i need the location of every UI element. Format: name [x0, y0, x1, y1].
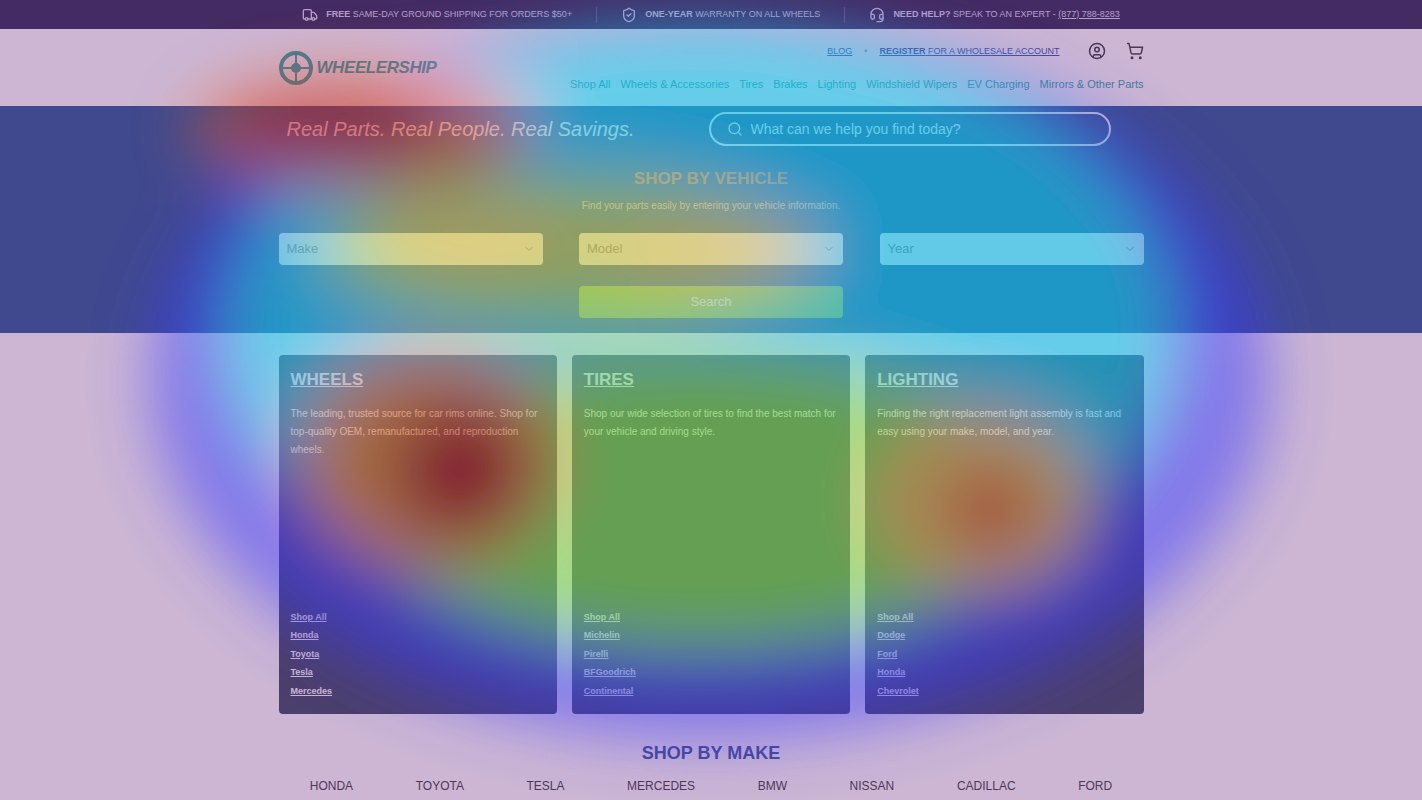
card-link[interactable]: BFGoodrich	[584, 666, 838, 680]
card-description: Shop our wide selection of tires to find…	[584, 405, 838, 441]
vehicle-search-button[interactable]: Search	[579, 286, 843, 318]
card-link[interactable]: Tesla	[291, 666, 545, 680]
main-nav: Shop All Wheels & Accessories Tires Brakes L…	[570, 76, 1143, 93]
nav-link[interactable]: Shop All	[570, 76, 610, 93]
category-card[interactable]: WHEELS The leading, trusted source for ca…	[279, 355, 557, 714]
heatmap-overlay	[0, 0, 1422, 800]
vehicle-select[interactable]: Make	[279, 233, 543, 265]
card-title[interactable]: WHEELS	[291, 367, 545, 393]
vehicle-select[interactable]: Model	[579, 233, 843, 265]
top-bar-icon	[621, 7, 637, 23]
category-card[interactable]: LIGHTING Finding the right replacement li…	[865, 355, 1143, 714]
nav-link[interactable]: Windshield Wipers	[866, 76, 957, 93]
card-link[interactable]: Mercedes	[291, 685, 545, 699]
card-link[interactable]: Honda	[877, 666, 1131, 680]
search-icon	[727, 121, 743, 137]
category-card[interactable]: TIRES Shop our wide selection of tires to…	[572, 355, 850, 714]
top-bar: FREE SAME-DAY GROUND SHIPPING FOR ORDERS…	[0, 0, 1422, 29]
top-bar-icon	[869, 7, 885, 23]
shop-by-make: SHOP BY MAKE HONDA TOYOTA TESLA MERCEDES BMW N…	[0, 740, 1422, 795]
top-bar-item: FREE SAME-DAY GROUND SHIPPING FOR ORDERS…	[278, 7, 596, 23]
logo[interactable]: WHEELERSHIP	[279, 51, 437, 85]
separator: •	[864, 45, 867, 59]
vehicle-subtitle: Find your parts easily by entering your …	[279, 198, 1144, 213]
make-link[interactable]: FORD	[1078, 777, 1112, 795]
nav-link[interactable]: Wheels & Accessories	[620, 76, 729, 93]
cart-icon[interactable]	[1126, 42, 1144, 60]
make-link[interactable]: BMW	[758, 777, 787, 795]
card-title[interactable]: LIGHTING	[877, 367, 1131, 393]
nav-link[interactable]: Lighting	[818, 76, 857, 93]
card-description: Finding the right replacement light asse…	[877, 405, 1131, 441]
vehicle-select[interactable]: Year	[880, 233, 1144, 265]
card-description: The leading, trusted source for car rims…	[291, 405, 545, 459]
hero: Real Parts. Real People. Real Savings. Wh…	[0, 106, 1422, 333]
section-title: SHOP BY MAKE	[0, 740, 1422, 767]
top-bar-icon	[302, 7, 318, 23]
card-link[interactable]: Dodge	[877, 629, 1131, 643]
card-link[interactable]: Chevrolet	[877, 685, 1131, 699]
make-link[interactable]: TOYOTA	[416, 777, 464, 795]
nav-link[interactable]: Mirrors & Other Parts	[1040, 76, 1144, 93]
nav-link[interactable]: Brakes	[773, 76, 807, 93]
make-link[interactable]: NISSAN	[850, 777, 895, 795]
page: FREE SAME-DAY GROUND SHIPPING FOR ORDERS…	[0, 0, 1422, 800]
vehicle-title: SHOP BY VEHICLE	[279, 166, 1144, 192]
card-link[interactable]: Pirelli	[584, 648, 838, 662]
card-link[interactable]: Honda	[291, 629, 545, 643]
header: WHEELERSHIP BLOG • REGISTER FOR A WHOLESALE…	[0, 29, 1422, 106]
make-link[interactable]: TESLA	[527, 777, 565, 795]
chevron-icon	[823, 243, 835, 255]
card-link[interactable]: Toyota	[291, 648, 545, 662]
utility-link[interactable]: BLOG	[827, 45, 852, 59]
chevron-icon	[523, 243, 535, 255]
make-link[interactable]: HONDA	[310, 777, 353, 795]
card-link[interactable]: Michelin	[584, 629, 838, 643]
card-link[interactable]: Shop All	[291, 611, 545, 625]
card-link[interactable]: Shop All	[877, 611, 1131, 625]
top-bar-item: NEED HELP? SPEAK TO AN EXPERT - (877) 78…	[844, 7, 1143, 23]
utility-link[interactable]: REGISTER FOR A WHOLESALE ACCOUNT	[879, 45, 1059, 59]
card-link[interactable]: Ford	[877, 648, 1131, 662]
make-link[interactable]: MERCEDES	[627, 777, 695, 795]
make-link[interactable]: CADILLAC	[957, 777, 1016, 795]
wheel-logo-icon	[279, 51, 313, 85]
card-link[interactable]: Continental	[584, 685, 838, 699]
top-bar-item: ONE-YEAR WARRANTY ON ALL WHEELS	[596, 7, 844, 23]
tagline: Real Parts. Real People. Real Savings.	[279, 114, 635, 144]
card-title[interactable]: TIRES	[584, 367, 838, 393]
phone-link[interactable]: (877) 788-8283	[1058, 9, 1120, 19]
chevron-icon	[1124, 243, 1136, 255]
search-field[interactable]: What can we help you find today?	[709, 112, 1111, 146]
account-icon[interactable]	[1088, 42, 1106, 60]
card-link[interactable]: Shop All	[584, 611, 838, 625]
nav-link[interactable]: Tires	[739, 76, 763, 93]
nav-link[interactable]: EV Charging	[967, 76, 1029, 93]
